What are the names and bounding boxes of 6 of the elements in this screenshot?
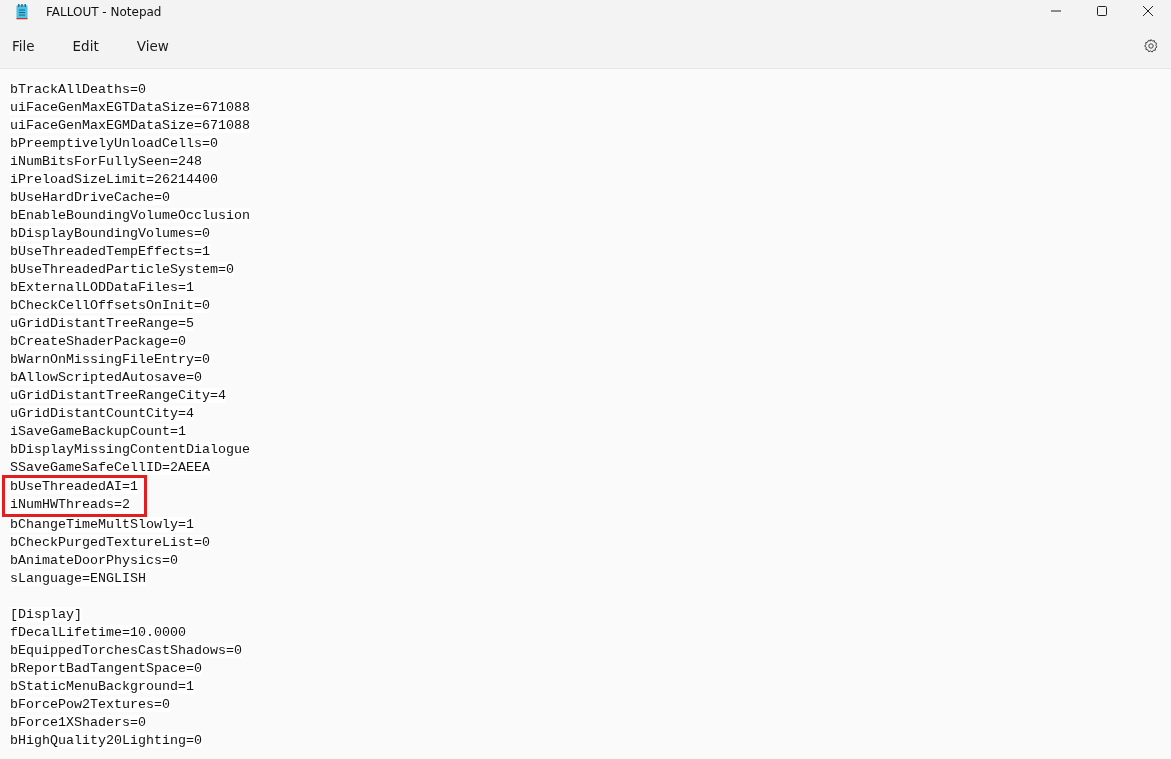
notepad-icon [16,4,28,20]
settings-icon[interactable] [1143,38,1159,54]
window-title: FALLOUT - Notepad [46,5,163,19]
menu-item[interactable]: Edit [62,34,109,58]
menu-item[interactable]: View [126,34,179,58]
menu-item[interactable]: File [2,34,45,58]
